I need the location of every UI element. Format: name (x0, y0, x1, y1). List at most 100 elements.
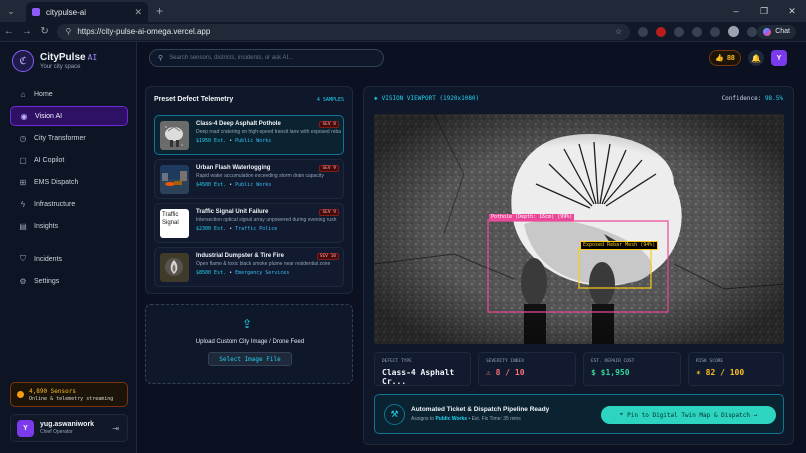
select-image-button[interactable]: Select Image File (208, 352, 292, 366)
sidebar-item-settings[interactable]: ⚙ Settings (10, 271, 128, 291)
severity-badge: SEV 8 (319, 120, 339, 128)
address-bar: ← → ↻ ⚲ https://city-pulse-ai-omega.verc… (0, 22, 806, 42)
stat-repair-cost: EST. REPAIR COST $ $1,950 (583, 352, 681, 386)
coins-badge[interactable]: 👍 88 (709, 50, 741, 66)
dollar-icon: $ (591, 368, 601, 377)
search-input[interactable]: ⚲ Search sensors, districts, incidents, … (149, 49, 384, 67)
browser-tabbar: ⌄ citypulse-ai ✕ + – ❐ ✕ (0, 0, 806, 22)
user-card[interactable]: Y yug.aswaniwork Chief Operator ⇥ (10, 414, 128, 442)
sample-waterlogging[interactable]: Urban Flash Waterlogging Rapid water acc… (154, 159, 344, 199)
copilot-icon: ▢ (19, 155, 27, 165)
more-menu-icon[interactable] (747, 26, 758, 37)
tab-list-icon[interactable]: ⌄ (0, 0, 22, 22)
preset-heading: Preset Defect Telemetry (154, 96, 234, 103)
stat-severity: SEVERITY INDEX ⚠ 8 / 10 (478, 352, 576, 386)
logout-icon[interactable]: ⇥ (112, 424, 119, 433)
brand-ai-suffix: AI (87, 53, 98, 62)
brand-logo-icon: ℭ (12, 50, 34, 72)
ambulance-icon: ⊞ (19, 177, 27, 187)
confidence-value: 98.5% (764, 95, 783, 102)
reload-icon[interactable]: ↻ (36, 26, 54, 37)
home-icon: ⌂ (20, 89, 26, 99)
vision-panel: ◈ VISION VIEWPORT (1920x1080) Confidence:… (363, 86, 794, 445)
severity-badge: SEV 9 (319, 208, 339, 216)
close-window-icon[interactable]: ✕ (778, 0, 806, 22)
shield-icon: ⛉ (20, 254, 26, 263)
pothole-photo (374, 114, 784, 344)
sample-dumpster-fire[interactable]: Industrial Dumpster & Tire Fire Open fla… (154, 247, 344, 287)
user-name: yug.aswaniwork (40, 421, 95, 428)
restore-icon[interactable]: ❐ (750, 0, 778, 22)
window-controls: – ❐ ✕ (722, 0, 806, 22)
url-field[interactable]: ⚲ https://city-pulse-ai-omega.vercel.app… (57, 23, 631, 40)
brand-name: CityPulse AI (40, 52, 98, 63)
map-pin-icon: ⌖ (619, 411, 624, 418)
dispatch-subtitle: Assigns to Public Works • Est. Fix Time:… (411, 416, 521, 422)
brand-tagline: Your city space (40, 64, 81, 70)
bolt-icon: ϟ (20, 199, 26, 209)
forward-icon[interactable]: → (18, 26, 36, 37)
sidebar-item-ai-copilot[interactable]: ▢ AI Copilot (10, 150, 128, 170)
close-tab-icon[interactable]: ✕ (134, 7, 142, 18)
stat-risk-score: RISK SCORE ✶ 82 / 100 (688, 352, 784, 386)
upload-dropzone[interactable]: ⇪ Upload Custom City Image / Drone Feed … (145, 304, 353, 384)
sidebar-nav: ⌂ Home ◉ Vision AI ◷ City Transformer ▢ AI C… (10, 84, 128, 293)
sample-price: $8500 Est. (196, 269, 227, 276)
dispatch-banner: ⚒ Automated Ticket & Dispatch Pipeline R… (374, 394, 784, 434)
extensions (638, 26, 758, 37)
pin-dispatch-button[interactable]: ⌖ Pin to Digital Twin Map & Dispatch → (601, 406, 776, 424)
sidebar-item-home[interactable]: ⌂ Home (10, 84, 128, 104)
sample-department: Emergency Services (235, 269, 290, 276)
warning-icon: ⚠ (486, 368, 496, 377)
back-icon[interactable]: ← (0, 26, 18, 37)
extension-icon[interactable] (638, 26, 649, 37)
chat-label: Chat (775, 28, 790, 35)
tab-title: citypulse-ai (46, 7, 87, 17)
user-role: Chief Operator (40, 429, 73, 435)
fire-thumbnail (160, 252, 189, 282)
sidebar-item-incidents[interactable]: ⛉ Incidents (10, 249, 128, 269)
sensor-count: 4,890 Sensors (29, 387, 76, 395)
search-placeholder: Search sensors, districts, incidents, or… (169, 55, 294, 61)
sample-department: Public Works (235, 181, 272, 188)
bookmark-star-icon[interactable]: ☆ (615, 27, 622, 36)
sample-price: $1950 Est. (196, 137, 227, 144)
top-avatar[interactable]: Y (771, 50, 787, 66)
sparkle-icon: ✶ (696, 368, 706, 377)
sidebar-item-insights[interactable]: ▤ Insights (10, 216, 128, 236)
brand[interactable]: ℭ CityPulse AI Your city space (12, 50, 97, 72)
profile-avatar[interactable] (728, 26, 740, 37)
pothole-box-label: Pothole (Depth: 16cm) (99%) (489, 214, 575, 221)
vision-viewport-image[interactable]: Pothole (Depth: 16cm) (99%) Exposed Reba… (374, 114, 784, 344)
browser-tab[interactable]: citypulse-ai ✕ (26, 2, 148, 22)
sidebar-item-city-transformer[interactable]: ◷ City Transformer (10, 128, 128, 148)
site-info-icon[interactable]: ⚲ (65, 27, 71, 36)
sample-pothole[interactable]: Class-4 Deep Asphalt Pothole Deep road c… (154, 115, 344, 155)
sensor-status-card: 4,890 Sensors Online & telemetry streami… (10, 382, 128, 407)
layers-icon: ◈ (374, 95, 378, 102)
confidence: Confidence: 98.5% (721, 95, 783, 102)
preset-panel: Preset Defect Telemetry 4 SAMPLES Class-… (145, 86, 353, 294)
pothole-thumbnail (160, 120, 189, 150)
sample-traffic-signal[interactable]: Traffic Signal Traffic Signal Unit Failur… (154, 203, 344, 243)
sample-description: Open flame & toxic black smoke plume nea… (196, 260, 331, 267)
stat-defect-type: DEFECT TYPE Class-4 Asphalt Cr... (374, 352, 471, 386)
notification-bell-icon[interactable]: 🔔 (748, 50, 764, 66)
url-text: https://city-pulse-ai-omega.vercel.app (77, 27, 211, 36)
puzzle-icon[interactable] (710, 26, 721, 37)
shield-extension-icon[interactable] (674, 26, 685, 37)
favicon-icon (32, 8, 40, 16)
thumbs-up-icon: 👍 (715, 55, 724, 62)
sidebar-item-vision-ai[interactable]: ◉ Vision AI (10, 106, 128, 126)
copilot-chat-button[interactable]: Chat (757, 24, 796, 39)
viewport-title: ◈ VISION VIEWPORT (1920x1080) (374, 95, 480, 102)
sample-description: Deep road cratering on high-speed transi… (196, 128, 341, 135)
extension-icon[interactable] (692, 26, 703, 37)
minimize-icon[interactable]: – (722, 0, 750, 22)
sidebar-item-infrastructure[interactable]: ϟ Infrastructure (10, 194, 128, 214)
sidebar-item-ems-dispatch[interactable]: ⊞ EMS Dispatch (10, 172, 128, 192)
extension-red-icon[interactable] (656, 26, 667, 37)
new-tab-icon[interactable]: + (156, 4, 163, 18)
transformer-icon: ◷ (19, 133, 27, 143)
broken-image-icon: Traffic Signal (160, 208, 189, 238)
